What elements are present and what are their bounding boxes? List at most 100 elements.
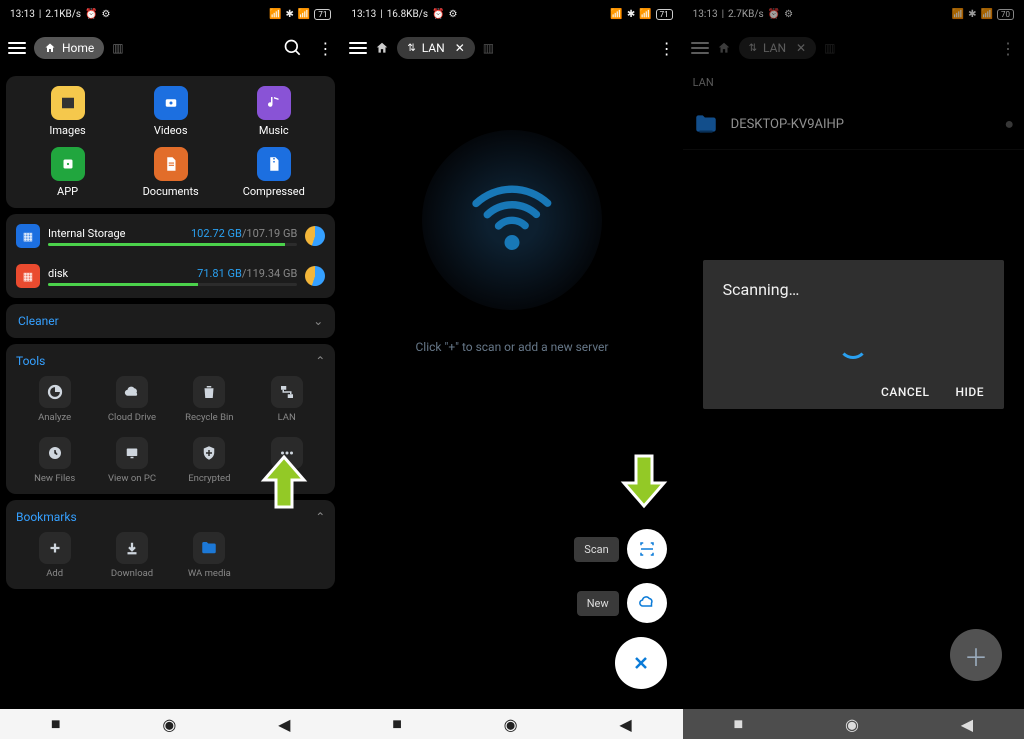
nav-recent[interactable]: ■: [51, 714, 61, 734]
folder-icon: [193, 532, 225, 564]
tab-lan[interactable]: ⇅ LAN ✕: [397, 37, 474, 59]
battery-icon: 71: [656, 9, 673, 20]
category-documents[interactable]: Documents: [119, 147, 222, 198]
scanning-dialog: Scanning… CANCEL HIDE: [703, 260, 1004, 409]
tool-new files[interactable]: New Files: [16, 437, 93, 484]
cleaner-row[interactable]: Cleaner⌄: [6, 304, 335, 338]
more-icon[interactable]: ⋮: [317, 39, 333, 58]
chevron-down-icon: ⌄: [313, 314, 323, 328]
storage-internal storage[interactable]: ▦ Internal Storage 102.72 GB/107.19 GB: [16, 224, 325, 248]
hint-text: Click "+" to scan or add a new server: [415, 340, 608, 354]
wifi-icon: 📶: [269, 9, 281, 20]
bookmarks-card: Bookmarks⌃ Add Download WA media: [6, 500, 335, 589]
home-icon[interactable]: [375, 41, 389, 55]
category-label: Compressed: [243, 185, 305, 198]
close-icon[interactable]: ✕: [455, 41, 465, 55]
clock-icon: [39, 437, 71, 469]
alarm-icon: ⏰: [85, 9, 97, 20]
menu-button[interactable]: [8, 42, 26, 54]
categories-card: Images Videos Music APP Documents Compre…: [6, 76, 335, 208]
tool-label: Recycle Bin: [185, 412, 233, 423]
bookmark-wa media[interactable]: WA media: [171, 532, 248, 579]
tool-analyze[interactable]: Analyze: [16, 376, 93, 423]
new-chip: New: [577, 591, 619, 616]
category-compressed[interactable]: Compressed: [222, 147, 325, 198]
nav-bar: ■ ◉ ◀: [0, 709, 341, 739]
gear-icon: ⚙: [448, 9, 457, 20]
storage-icon: ▦: [16, 264, 40, 288]
pie-icon[interactable]: [305, 226, 325, 246]
hide-button[interactable]: HIDE: [955, 385, 984, 399]
more-icon[interactable]: ⋮: [659, 39, 675, 58]
pie-icon[interactable]: [305, 266, 325, 286]
shield-icon: [193, 437, 225, 469]
tool-label: Cloud Drive: [108, 412, 156, 423]
signal-icon: 📶: [639, 9, 651, 20]
download-icon: [116, 532, 148, 564]
bluetooth-icon: ✱: [285, 9, 293, 20]
signal-icon: 📶: [298, 9, 310, 20]
tool-cloud drive[interactable]: Cloud Drive: [93, 376, 170, 423]
category-images[interactable]: Images: [16, 86, 119, 137]
cancel-button[interactable]: CANCEL: [881, 385, 929, 399]
tutorial-arrow-up: [259, 452, 309, 512]
nav-recent[interactable]: ■: [392, 714, 402, 734]
top-bar: ⇅ LAN ✕ ▥ ⋮: [341, 26, 682, 70]
storage-disk[interactable]: ▦ disk 71.81 GB/119.34 GB: [16, 264, 325, 288]
new-button[interactable]: [627, 583, 667, 623]
nav-bar: ■ ◉ ◀: [341, 709, 682, 739]
nav-home[interactable]: ◉: [162, 715, 176, 734]
scan-button[interactable]: [627, 529, 667, 569]
wifi-hero-icon: [422, 130, 602, 310]
search-icon[interactable]: [283, 38, 303, 58]
storage-name: disk: [48, 267, 68, 280]
home-icon: [44, 42, 56, 54]
screen-lan-empty: 13:13 | 16.8KB/s ⏰ ⚙ 📶 ✱ 📶 71 ⇅ LAN ✕ ▥ …: [341, 0, 682, 739]
wifi-icon: 📶: [610, 9, 622, 20]
tools-label: Tools: [16, 354, 45, 368]
alarm-icon: ⏰: [432, 9, 444, 20]
nav-home[interactable]: ◉: [504, 715, 518, 734]
bookmark-label: Download: [111, 568, 153, 579]
tool-label: LAN: [278, 412, 296, 423]
music-icon: [257, 86, 291, 120]
category-label: APP: [57, 185, 78, 198]
storage-name: Internal Storage: [48, 227, 126, 240]
category-videos[interactable]: Videos: [119, 86, 222, 137]
sd-icon[interactable]: ▥: [483, 41, 494, 55]
storage-size: 71.81 GB/119.34 GB: [197, 267, 297, 280]
tool-encrypted[interactable]: Encrypted: [171, 437, 248, 484]
image-icon: [51, 86, 85, 120]
bookmark-add[interactable]: Add: [16, 532, 93, 579]
menu-button[interactable]: [349, 42, 367, 54]
tool-recycle bin[interactable]: Recycle Bin: [171, 376, 248, 423]
tutorial-arrow-down: [619, 451, 669, 511]
category-music[interactable]: Music: [222, 86, 325, 137]
category-app[interactable]: APP: [16, 147, 119, 198]
doc-icon: [154, 147, 188, 181]
nav-back[interactable]: ◀: [619, 715, 631, 734]
scan-chip: Scan: [574, 537, 618, 562]
status-time: 13:13: [10, 9, 35, 20]
tab-home[interactable]: Home: [34, 37, 104, 59]
category-label: Documents: [143, 185, 199, 198]
app-icon: [51, 147, 85, 181]
battery-icon: 71: [314, 9, 331, 20]
bookmark-label: WA media: [188, 568, 231, 579]
plus-icon: [39, 532, 71, 564]
zip-icon: [257, 147, 291, 181]
tool-label: Encrypted: [188, 473, 230, 484]
nav-back[interactable]: ◀: [278, 715, 290, 734]
category-label: Images: [49, 124, 85, 137]
storage-card: ▦ Internal Storage 102.72 GB/107.19 GB ▦…: [6, 214, 335, 298]
sd-icon[interactable]: ▥: [112, 41, 123, 55]
cloud-icon: [116, 376, 148, 408]
storage-size: 102.72 GB/107.19 GB: [191, 227, 297, 240]
status-speed: 2.1KB/s: [45, 9, 81, 20]
status-speed: 16.8KB/s: [387, 9, 428, 20]
bookmark-download[interactable]: Download: [93, 532, 170, 579]
tool-lan[interactable]: LAN: [248, 376, 325, 423]
tab-label: Home: [62, 41, 94, 55]
tool-view on pc[interactable]: View on PC: [93, 437, 170, 484]
close-fab[interactable]: [615, 637, 667, 689]
